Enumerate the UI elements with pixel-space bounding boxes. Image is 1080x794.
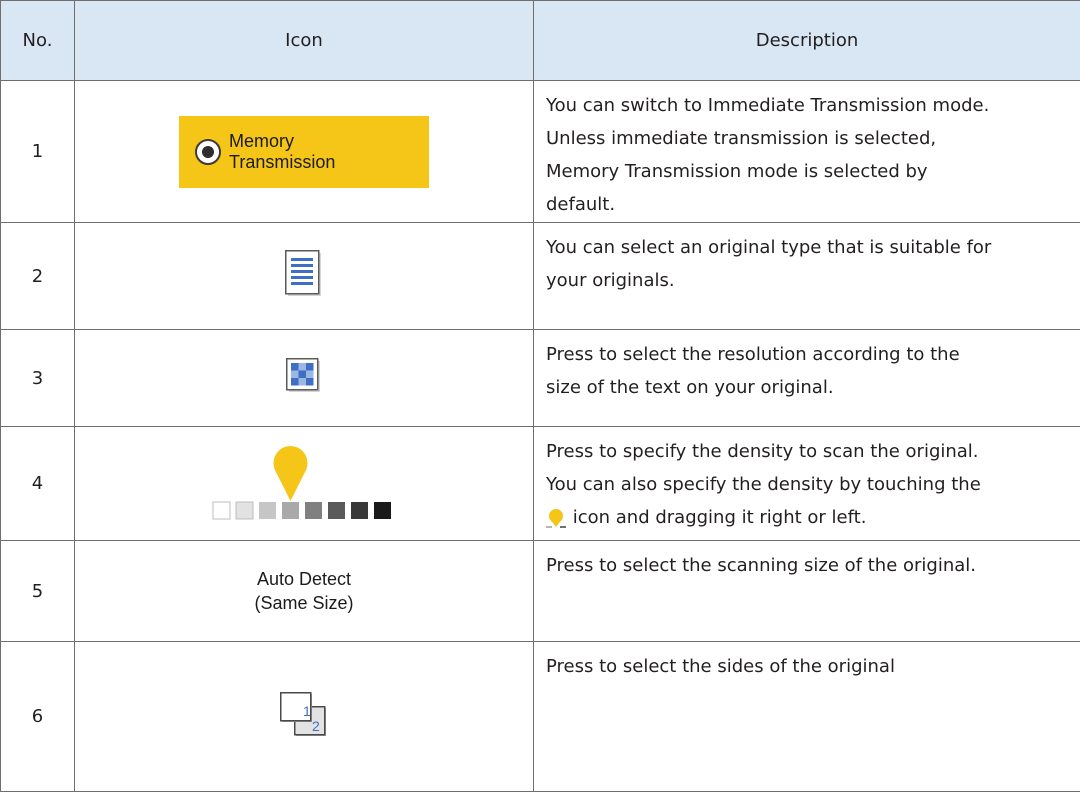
description-line: Unless immediate transmission is selecte…	[546, 128, 937, 149]
memory-transmission-button[interactable]: Memory Transmission	[179, 115, 429, 188]
icon-cell: 1 2	[74, 641, 534, 792]
description-cell: Press to select the sides of the origina…	[533, 641, 1080, 792]
description-line: You can select an original type that is …	[546, 237, 992, 258]
description-line: Press to select the sides of the origina…	[546, 656, 895, 677]
memory-transmission-label: Memory Transmission	[229, 130, 336, 172]
description-line: default.	[546, 194, 616, 215]
svg-text:1: 1	[303, 703, 311, 719]
description-cell: You can select an original type that is …	[533, 222, 1080, 330]
row-number: 1	[0, 80, 75, 223]
icon-cell	[74, 222, 534, 330]
row-number: 2	[0, 222, 75, 330]
column-header-description: Description	[533, 0, 1080, 81]
description-cell: Press to select the scanning size of the…	[533, 540, 1080, 642]
description-line: You can also specify the density by touc…	[546, 474, 981, 495]
description-line: Memory Transmission mode is selected by	[546, 161, 928, 182]
table-row: 3 Press to select the resolution accordi…	[0, 329, 1080, 427]
column-header-no: No.	[0, 0, 75, 81]
row-number: 4	[0, 426, 75, 541]
sides-icon: 1 2	[280, 691, 326, 736]
row-number: 3	[0, 329, 75, 427]
radio-selected-icon	[195, 138, 221, 165]
description-line: You can switch to Immediate Transmission…	[546, 95, 990, 116]
icon-cell: Auto Detect (Same Size)	[74, 540, 534, 642]
density-pin-icon[interactable]	[273, 445, 308, 501]
table-row: 2 You can select an original type that i…	[0, 222, 1080, 330]
icon-cell	[74, 329, 534, 427]
column-header-icon: Icon	[74, 0, 534, 81]
auto-detect-label: Auto Detect (Same Size)	[254, 569, 354, 613]
description-cell: Press to select the resolution according…	[533, 329, 1080, 427]
icon-cell	[74, 426, 534, 541]
icon-description-table: No. Icon Description 1 Memory Transmissi…	[0, 0, 1080, 792]
icon-cell: Memory Transmission	[74, 80, 534, 223]
table-row: 4 Press to specify the density to scan t…	[0, 426, 1080, 541]
density-pin-icon	[546, 509, 566, 528]
row-number: 6	[0, 641, 75, 792]
table-row: 5 Auto Detect (Same Size) Press to selec…	[0, 540, 1080, 642]
description-line: Press to select the scanning size of the…	[546, 555, 976, 576]
table-row: 6 1 2 Press to select the sides of the o…	[0, 641, 1080, 792]
svg-text:2: 2	[312, 718, 320, 734]
table-header-row: No. Icon Description	[0, 0, 1080, 81]
description-line: size of the text on your original.	[546, 377, 834, 398]
resolution-icon	[286, 358, 320, 392]
description-line: icon and dragging it right or left.	[546, 501, 1070, 534]
description-line: your originals.	[546, 270, 675, 291]
description-cell: You can switch to Immediate Transmission…	[533, 80, 1080, 223]
description-cell: Press to specify the density to scan the…	[533, 426, 1080, 541]
description-line: Press to specify the density to scan the…	[546, 441, 979, 462]
density-slider[interactable]	[212, 443, 396, 521]
original-type-icon	[285, 250, 321, 296]
table-row: 1 Memory Transmission You can switch to …	[0, 80, 1080, 223]
row-number: 5	[0, 540, 75, 642]
description-line: Press to select the resolution according…	[546, 344, 960, 365]
